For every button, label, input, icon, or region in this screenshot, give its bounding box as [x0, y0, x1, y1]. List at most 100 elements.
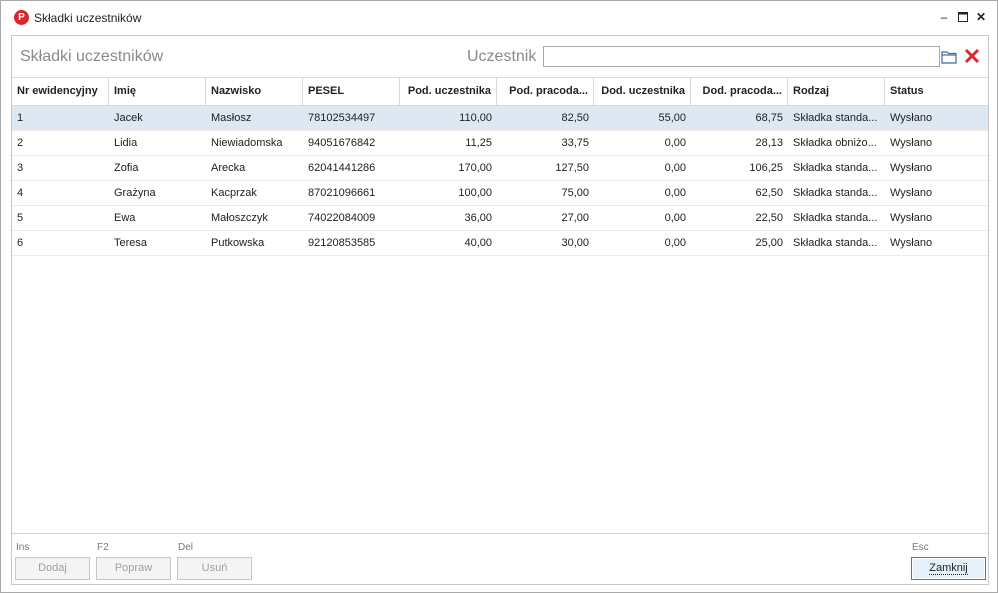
title-bar: P Składki uczestników – ✕	[1, 1, 997, 31]
folder-open-icon[interactable]	[941, 50, 957, 64]
add-shortcut-label: Ins	[16, 542, 30, 553]
cell-rodzaj: Składka obniżo...	[793, 137, 877, 149]
cell-rodzaj: Składka standa...	[793, 187, 878, 199]
cell-dod-uczestnika: 0,00	[664, 237, 686, 249]
table-row[interactable]: 1 Jacek Masłosz 78102534497 110,00 82,50…	[12, 106, 988, 131]
close-button[interactable]: Zamknij	[911, 557, 986, 580]
cell-rodzaj: Składka standa...	[793, 162, 878, 174]
cell-rodzaj: Składka standa...	[793, 237, 878, 249]
cell-pod-uczestnika: 40,00	[464, 237, 492, 249]
cell-pesel: 94051676842	[308, 137, 376, 149]
delete-shortcut-label: Del	[178, 542, 194, 553]
table-row[interactable]: 2 Lidia Niewiadomska 94051676842 11,25 3…	[12, 131, 988, 156]
cell-pod-pracodawcy: 33,75	[561, 137, 589, 149]
cell-dod-uczestnika: 55,00	[658, 112, 686, 124]
cell-dod-uczestnika: 0,00	[664, 137, 686, 149]
cell-nr: 3	[17, 162, 24, 174]
table-row[interactable]: 4 Grażyna Kacprzak 87021096661 100,00 75…	[12, 181, 988, 206]
cell-imie: Teresa	[114, 237, 148, 249]
cell-nr: 6	[17, 237, 24, 249]
cell-rodzaj: Składka standa...	[793, 212, 878, 224]
cell-pesel: 78102534497	[308, 112, 376, 124]
cell-nazwisko: Kacprzak	[211, 187, 257, 199]
panel-title: Składki uczestników	[20, 48, 164, 65]
minimize-icon[interactable]: –	[937, 10, 951, 24]
column-header-nr[interactable]: Nr ewidencyjny	[12, 78, 109, 105]
cell-dod-uczestnika: 0,00	[664, 212, 686, 224]
cell-pod-pracodawcy: 127,50	[555, 162, 589, 174]
cell-pod-uczestnika: 36,00	[464, 212, 492, 224]
cell-dod-pracodawcy: 106,25	[749, 162, 783, 174]
column-header-status[interactable]: Status	[885, 78, 988, 105]
cell-nr: 4	[17, 187, 24, 199]
cell-imie: Jacek	[114, 112, 143, 124]
cell-status: Wysłano	[890, 137, 933, 149]
column-header-rodzaj[interactable]: Rodzaj	[788, 78, 885, 105]
edit-shortcut-label: F2	[97, 542, 109, 553]
cell-status: Wysłano	[890, 212, 933, 224]
cell-pesel: 62041441286	[308, 162, 376, 174]
delete-button[interactable]: Usuń	[177, 557, 252, 580]
table-row[interactable]: 5 Ewa Małoszczyk 74022084009 36,00 27,00…	[12, 206, 988, 231]
cell-dod-pracodawcy: 25,00	[755, 237, 783, 249]
add-button[interactable]: Dodaj	[15, 557, 90, 580]
cell-imie: Ewa	[114, 212, 136, 224]
cell-nr: 5	[17, 212, 24, 224]
contributions-table: Nr ewidencyjny Imię Nazwisko PESEL Pod. …	[12, 77, 988, 256]
close-button-label: Zamknij	[929, 562, 968, 575]
cell-status: Wysłano	[890, 237, 933, 249]
cell-pesel: 92120853585	[308, 237, 376, 249]
cell-dod-uczestnika: 0,00	[664, 162, 686, 174]
cell-nazwisko: Niewiadomska	[211, 137, 283, 149]
cell-imie: Zofia	[114, 162, 139, 174]
column-header-pod-uczestnika[interactable]: Pod. uczestnika	[400, 78, 497, 105]
dialog-window: P Składki uczestników – ✕ Składki uczest…	[0, 0, 998, 593]
cell-pod-uczestnika: 110,00	[459, 112, 492, 124]
maximize-icon[interactable]	[956, 10, 970, 24]
cell-pesel: 87021096661	[308, 187, 376, 199]
column-header-dod-pracodawcy[interactable]: Dod. pracoda...	[691, 78, 788, 105]
table-row[interactable]: 6 Teresa Putkowska 92120853585 40,00 30,…	[12, 231, 988, 256]
cell-dod-pracodawcy: 22,50	[755, 212, 783, 224]
cell-imie: Lidia	[114, 137, 138, 149]
cell-imie: Grażyna	[114, 187, 156, 199]
participant-label: Uczestnik	[467, 48, 537, 65]
column-header-pod-pracodawcy[interactable]: Pod. pracoda...	[497, 78, 594, 105]
cell-dod-pracodawcy: 62,50	[755, 187, 783, 199]
cell-dod-uczestnika: 0,00	[664, 187, 686, 199]
cell-nazwisko: Putkowska	[211, 237, 265, 249]
app-logo-icon: P	[14, 10, 29, 25]
column-header-imie[interactable]: Imię	[109, 78, 206, 105]
column-header-nazwisko[interactable]: Nazwisko	[206, 78, 303, 105]
contributions-panel: Składki uczestników Uczestnik Nr ewidenc…	[11, 35, 989, 585]
cell-pod-uczestnika: 11,25	[465, 137, 492, 149]
cell-pod-pracodawcy: 82,50	[561, 112, 589, 124]
column-header-dod-uczestnika[interactable]: Dod. uczestnika	[594, 78, 691, 105]
cell-dod-pracodawcy: 28,13	[755, 137, 783, 149]
cell-rodzaj: Składka standa...	[793, 112, 878, 124]
cell-dod-pracodawcy: 68,75	[755, 112, 783, 124]
edit-button[interactable]: Popraw	[96, 557, 171, 580]
cell-nr: 1	[17, 112, 24, 124]
cell-nazwisko: Małoszczyk	[211, 212, 268, 224]
clear-icon[interactable]	[964, 48, 980, 64]
cell-pod-pracodawcy: 30,00	[561, 237, 589, 249]
cell-status: Wysłano	[890, 112, 933, 124]
close-shortcut-label: Esc	[912, 542, 929, 553]
cell-pod-pracodawcy: 27,00	[561, 212, 589, 224]
footer-divider	[12, 533, 988, 534]
cell-pod-pracodawcy: 75,00	[561, 187, 589, 199]
cell-nazwisko: Masłosz	[211, 112, 252, 124]
cell-pod-uczestnika: 100,00	[458, 187, 492, 199]
column-header-pesel[interactable]: PESEL	[303, 78, 400, 105]
cell-pesel: 74022084009	[308, 212, 376, 224]
cell-status: Wysłano	[890, 162, 933, 174]
close-window-icon[interactable]: ✕	[974, 10, 988, 24]
cell-pod-uczestnika: 170,00	[458, 162, 492, 174]
window-title: Składki uczestników	[34, 11, 142, 25]
participant-input[interactable]	[543, 46, 940, 67]
cell-nr: 2	[17, 137, 24, 149]
table-row[interactable]: 3 Zofia Arecka 62041441286 170,00 127,50…	[12, 156, 988, 181]
cell-nazwisko: Arecka	[211, 162, 246, 174]
cell-status: Wysłano	[890, 187, 933, 199]
